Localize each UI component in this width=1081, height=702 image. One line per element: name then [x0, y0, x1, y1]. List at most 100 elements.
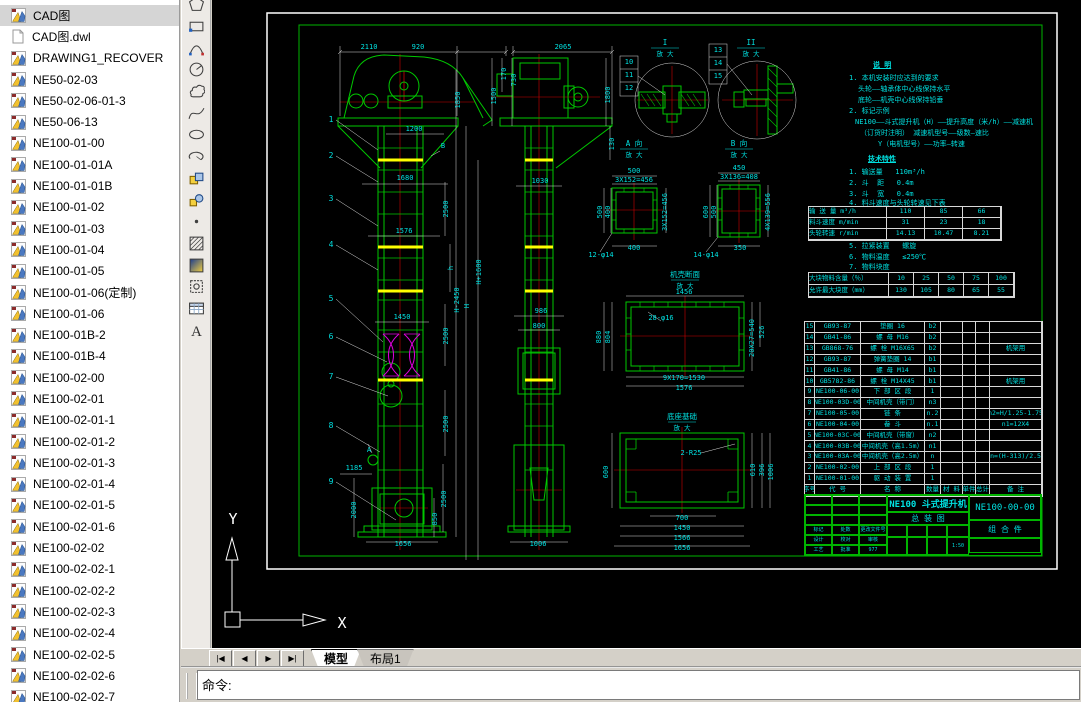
file-item-NE100-02-01-5[interactable]: NE100-02-01-5	[0, 495, 179, 516]
ellipse-arc-tool-icon[interactable]	[184, 146, 208, 168]
file-item-NE100-01-02[interactable]: NE100-01-02	[0, 197, 179, 218]
file-item-NE100-01-01A[interactable]: NE100-01-01A	[0, 154, 179, 175]
file-item-NE100-02-02-3[interactable]: NE100-02-02-3	[0, 601, 179, 622]
table-tool-icon[interactable]	[184, 298, 208, 320]
table-cell	[963, 322, 976, 333]
spline-tool-icon[interactable]	[184, 102, 208, 124]
table-cell	[963, 462, 976, 474]
file-item-NE100-02-01[interactable]: NE100-02-01	[0, 388, 179, 409]
file-item-CAD图[interactable]: CAD图	[0, 5, 179, 27]
table-cell: 1	[925, 473, 941, 485]
table-cell: b1	[925, 354, 941, 366]
file-item-NE100-02-02-6[interactable]: NE100-02-02-6	[0, 665, 179, 686]
dim-label: 1450	[394, 313, 411, 321]
table-cell	[941, 419, 963, 431]
dim-label: 28-φ16	[648, 314, 673, 322]
dim-label: 850	[431, 513, 439, 526]
point-tool-icon[interactable]	[184, 211, 208, 233]
table-cell	[976, 397, 990, 409]
command-line-input[interactable]: 命令:	[197, 670, 1080, 700]
file-item-NE100-02-01-6[interactable]: NE100-02-01-6	[0, 516, 179, 537]
file-name: NE100-02-00	[33, 370, 105, 385]
file-item-NE100-01-00[interactable]: NE100-01-00	[0, 133, 179, 154]
table-cell: 85	[925, 207, 963, 218]
file-item-NE100-01-01B[interactable]: NE100-01-01B	[0, 175, 179, 196]
file-item-NE100-02-00[interactable]: NE100-02-00	[0, 367, 179, 388]
table-cell: 中间机壳（带窗）	[861, 430, 925, 442]
tab-nav-button-1[interactable]: ◀	[233, 649, 256, 667]
table-cell	[963, 354, 976, 366]
file-item-NE50-06-13[interactable]: NE50-06-13	[0, 111, 179, 132]
revision-cloud-tool-icon[interactable]	[184, 81, 208, 103]
dim-label: 1656	[674, 544, 691, 552]
file-item-NE100-02-02-7[interactable]: NE100-02-02-7	[0, 687, 179, 702]
table-cell: 料斗速度 m/min	[809, 218, 887, 229]
tab-布局1[interactable]: 布局1	[357, 649, 414, 667]
file-item-NE100-01-04[interactable]: NE100-01-04	[0, 239, 179, 260]
tab-nav-button-3[interactable]: ▶|	[281, 649, 304, 667]
file-item-NE100-01-06[interactable]: NE100-01-06	[0, 303, 179, 324]
note-line: 7. 物料块度	[849, 263, 890, 271]
file-item-CAD图.dwl[interactable]: CAD图.dwl	[0, 26, 179, 47]
table-cell: 弹簧垫圈 14	[861, 354, 925, 366]
leader-number: 3	[329, 194, 334, 203]
circle-tool-icon[interactable]	[184, 59, 208, 81]
file-item-NE100-02-01-1[interactable]: NE100-02-01-1	[0, 410, 179, 431]
region-tool-icon[interactable]	[184, 276, 208, 298]
file-item-NE100-01-03[interactable]: NE100-01-03	[0, 218, 179, 239]
file-item-NE100-02-01-4[interactable]: NE100-02-01-4	[0, 474, 179, 495]
table-cell: 3	[805, 452, 815, 463]
file-item-NE100-01B-4[interactable]: NE100-01B-4	[0, 346, 179, 367]
table-cell	[976, 376, 990, 388]
table-cell	[941, 376, 963, 388]
table-cell: 中间机壳（高2.5m）	[861, 452, 925, 463]
file-item-NE100-01B-2[interactable]: NE100-01B-2	[0, 324, 179, 345]
arc-tool-icon[interactable]	[184, 37, 208, 59]
file-item-NE100-02-01-2[interactable]: NE100-02-01-2	[0, 431, 179, 452]
file-item-NE100-02-02[interactable]: NE100-02-02	[0, 537, 179, 558]
table-cell: n	[925, 452, 941, 463]
file-item-NE50-02-06-01-3[interactable]: NE50-02-06-01-3	[0, 90, 179, 111]
dim-label: h	[447, 266, 455, 270]
dim-label: 600	[702, 206, 710, 219]
tab-nav-button-2[interactable]: ▶	[257, 649, 280, 667]
table-cell: NE100-01-00	[815, 473, 861, 485]
table-cell	[963, 343, 976, 355]
file-name: CAD图	[33, 9, 71, 24]
dwg-file-icon	[11, 348, 26, 364]
table-cell	[990, 322, 1042, 333]
table-cell: b2	[925, 322, 941, 333]
table-cell	[976, 419, 990, 431]
table-cell	[941, 462, 963, 474]
tab-模型[interactable]: 模型	[311, 649, 361, 667]
rectangle-tool-icon[interactable]	[184, 16, 208, 38]
file-item-NE50-02-03[interactable]: NE50-02-03	[0, 69, 179, 90]
file-name: NE100-02-02-4	[33, 626, 116, 641]
multiline-text-tool-icon[interactable]: A	[184, 319, 208, 341]
table-cell	[941, 332, 963, 344]
insert-block-tool-icon[interactable]	[184, 168, 208, 190]
ellipse-tool-icon[interactable]	[184, 124, 208, 146]
title-block-small-cell: 处数	[832, 525, 859, 535]
file-item-DRAWING1_RECOVER[interactable]: DRAWING1_RECOVER	[0, 48, 179, 69]
table-cell: 25	[914, 273, 939, 285]
drawing-canvas[interactable]: 2110 920 2065 170 730 1850 1500 1200 1800 130 1680…	[212, 0, 1081, 648]
dwg-file-icon	[11, 455, 26, 471]
make-block-tool-icon[interactable]	[184, 189, 208, 211]
file-item-NE100-02-01-3[interactable]: NE100-02-01-3	[0, 452, 179, 473]
hatch-tool-icon[interactable]	[184, 233, 208, 255]
table-cell	[941, 397, 963, 409]
table-cell: 机架用	[990, 376, 1042, 388]
yellow-bands	[378, 158, 553, 382]
dim-label: 1576	[396, 227, 413, 235]
file-item-NE100-02-02-1[interactable]: NE100-02-02-1	[0, 559, 179, 580]
polygon-tool-icon[interactable]	[184, 0, 208, 16]
file-item-NE100-01-06(定制)[interactable]: NE100-01-06(定制)	[0, 282, 179, 303]
file-item-NE100-01-05[interactable]: NE100-01-05	[0, 261, 179, 282]
file-item-NE100-02-02-5[interactable]: NE100-02-02-5	[0, 644, 179, 665]
table-cell	[963, 365, 976, 377]
file-item-NE100-02-02-4[interactable]: NE100-02-02-4	[0, 623, 179, 644]
gradient-tool-icon[interactable]	[184, 254, 208, 276]
tab-nav-button-0[interactable]: |◀	[209, 649, 232, 667]
file-item-NE100-02-02-2[interactable]: NE100-02-02-2	[0, 580, 179, 601]
